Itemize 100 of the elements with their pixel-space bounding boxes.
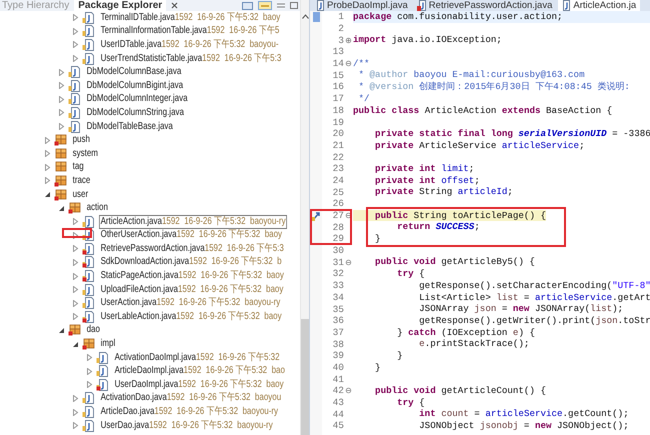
line-number: 42 — [332, 385, 344, 396]
fold-toggle[interactable]: ⊕ — [345, 36, 352, 45]
tree-item[interactable]: UserDao.java1592 16-9-26 下午5:32 baoyou-ry — [99, 418, 274, 433]
collapse-arrow-icon[interactable] — [44, 191, 51, 198]
link-editor-icon[interactable] — [258, 1, 272, 10]
line-number: 25 — [332, 186, 344, 198]
tree-item[interactable]: RetrievePasswordAction.java1592 16-9-26 下午5:3 — [99, 242, 286, 256]
expand-arrow-icon[interactable] — [72, 41, 79, 48]
tree-item[interactable]: DbModelColumnBigint.java — [85, 78, 185, 93]
tree-item[interactable]: ArticleDaoImpl.java1592 16-9-26 下午5:32 bao — [113, 364, 287, 378]
line-number: 13 — [332, 46, 344, 58]
tree-item[interactable]: dao — [85, 323, 102, 338]
expand-arrow-icon[interactable] — [72, 422, 79, 430]
tree-item[interactable]: OtherUserAction.java1592 16-9-26 下午5:32 baoy — [99, 228, 284, 242]
expand-arrow-icon[interactable] — [72, 286, 79, 294]
line-number: 45 — [332, 420, 344, 432]
tree-item[interactable]: ActivationDaoImpl.java1592 16-9-26 下午5:32 — [113, 350, 282, 365]
code-editor[interactable] — [310, 11, 650, 435]
tree-item[interactable]: SdkDownloadAction.java1592 16-9-26 下午5:32 b — [99, 255, 284, 270]
expand-arrow-icon[interactable] — [72, 394, 79, 402]
view-tab[interactable]: Package Explorer — [74, 0, 166, 11]
tree-item[interactable]: DbModelColumnString.java — [85, 106, 186, 120]
expand-arrow-icon[interactable] — [72, 245, 79, 252]
tree-item[interactable]: UploadFileAction.java1592 16-9-26 下午5:32 baoy — [99, 282, 285, 297]
tree-item[interactable]: DbModelColumnBase.java — [85, 65, 183, 80]
tree-item[interactable]: ArticleDao.java1592 16-9-26 下午5:32 baoyou-ry — [99, 405, 280, 420]
expand-arrow-icon[interactable] — [86, 368, 93, 375]
scrollbar-thumb[interactable] — [301, 319, 309, 435]
tree-item[interactable]: StaticPageAction.java1592 16-9-26 下午5:32 baoy — [99, 269, 286, 284]
expand-arrow-icon[interactable] — [86, 381, 93, 388]
close-icon[interactable] — [171, 2, 178, 9]
tree-item[interactable]: ArticleAction.java1592 16-9-26 下午5:32 baoyou-ry — [99, 214, 288, 229]
line-number: 21 — [332, 140, 344, 151]
editor-tab[interactable]: ArticleAction.ja — [558, 0, 640, 11]
tree-item[interactable]: UserDaoImpl.java1592 16-9-26 下午5:32 baoy — [113, 378, 286, 392]
expand-arrow-icon[interactable] — [44, 164, 51, 171]
code-line: e.printStackTrace(); — [418, 338, 530, 350]
code-line: try { — [396, 396, 425, 408]
fold-toggle[interactable]: ⊖ — [345, 59, 352, 68]
tree-item[interactable]: DbModelColumnInteger.java — [85, 92, 190, 106]
tree-item[interactable]: UserIDTable.java1592 16-9-26 下午5:32 baoyou- — [99, 38, 280, 52]
expand-arrow-icon[interactable] — [72, 55, 79, 62]
expand-arrow-icon[interactable] — [72, 28, 79, 35]
expand-arrow-icon[interactable] — [72, 218, 79, 226]
code-line: int count = articleService.getCount(); — [418, 408, 629, 420]
collapse-arrow-icon[interactable] — [58, 326, 65, 334]
expand-arrow-icon[interactable] — [72, 232, 79, 239]
expand-arrow-icon[interactable] — [72, 272, 79, 280]
tree-item[interactable]: action — [85, 201, 110, 216]
expand-arrow-icon[interactable] — [58, 109, 65, 116]
expand-arrow-icon[interactable] — [86, 354, 93, 362]
line-number: 14 — [332, 58, 344, 70]
tree-item[interactable]: user — [71, 188, 90, 202]
code-line: private ArticleService articleService; — [374, 140, 585, 152]
expand-arrow-icon[interactable] — [44, 177, 51, 184]
code-line: } — [396, 350, 403, 362]
tree-item[interactable]: TerminalIDTable.java1592 16-9-26 下午5:32 baoy — [99, 10, 282, 25]
tree-item[interactable]: DbModelTableBase.java — [85, 120, 174, 134]
tree-item[interactable]: UserAction.java1592 16-9-26 下午5:32 baoyou-ry — [99, 296, 282, 310]
tree-item[interactable]: push — [71, 133, 92, 148]
expand-arrow-icon[interactable] — [58, 82, 65, 90]
line-number: 17 — [332, 93, 344, 104]
fold-toggle[interactable]: ⊖ — [345, 386, 352, 396]
expand-arrow-icon[interactable] — [72, 300, 79, 307]
code-line: * @author baoyou E-mail:curiousby@163.com — [358, 69, 585, 82]
tree-item[interactable]: system — [71, 146, 100, 161]
fold-toggle[interactable]: ⊖ — [345, 258, 352, 267]
scroll-up-icon[interactable] — [302, 14, 308, 19]
expand-arrow-icon[interactable] — [72, 258, 79, 266]
tree-item[interactable]: impl — [99, 337, 117, 352]
tree-item[interactable]: TerminalInformationTable.java1592 16-9-26 下午5 — [99, 24, 281, 38]
editor-tab[interactable]: ProbeDaoImpl.java — [312, 0, 412, 11]
expand-arrow-icon[interactable] — [44, 150, 51, 158]
collapse-all-icon[interactable] — [242, 2, 253, 10]
expand-arrow-icon[interactable] — [58, 123, 65, 130]
expand-arrow-icon[interactable] — [44, 136, 51, 144]
expand-arrow-icon[interactable] — [72, 408, 79, 416]
tree-item[interactable]: trace — [71, 174, 92, 188]
view-menu-icon[interactable] — [277, 2, 285, 8]
expand-arrow-icon[interactable] — [58, 68, 65, 76]
line-number: 22 — [332, 152, 344, 163]
line-number: 34 — [332, 292, 344, 303]
tree-item[interactable]: tag — [71, 160, 86, 174]
line-number: 2 — [337, 23, 344, 34]
code-line: private int limit; — [374, 162, 474, 175]
expand-arrow-icon[interactable] — [72, 313, 79, 320]
line-number: 18 — [332, 104, 344, 116]
editor-tab[interactable]: RetrievePasswordAction.java — [414, 0, 556, 11]
tree-item[interactable]: ActivationDao.java1592 16-9-26 下午5:32 baoyou — [99, 391, 283, 406]
line-number: 31 — [332, 256, 344, 268]
tree-item[interactable]: UserLableAction.java1592 16-9-26 下午5:32 baoy — [99, 310, 284, 324]
expand-arrow-icon[interactable] — [72, 14, 79, 22]
collapse-arrow-icon[interactable] — [72, 340, 79, 348]
tree-item[interactable]: UserTrendStatisticTable.java1592 16-9-26 下午5:3 — [99, 52, 283, 66]
expand-arrow-icon[interactable] — [58, 96, 65, 103]
code-line: import java.io.IOException; — [353, 34, 502, 46]
minimize-icon[interactable] — [290, 2, 298, 9]
line-number: 3 — [337, 34, 344, 46]
collapse-arrow-icon[interactable] — [58, 204, 65, 212]
code-line: } — [374, 362, 381, 374]
